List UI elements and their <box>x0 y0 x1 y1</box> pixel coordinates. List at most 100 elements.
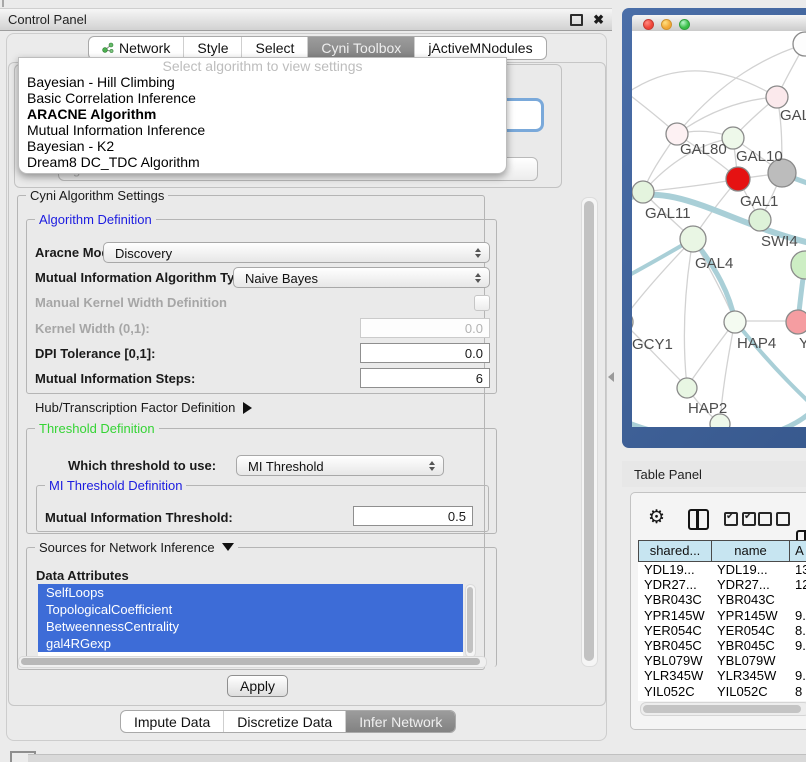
node-label: SWI4 <box>761 233 798 250</box>
tab-network[interactable]: Network <box>89 37 184 59</box>
kernel-width-field[interactable]: 0.0 <box>360 318 490 338</box>
network-node[interactable] <box>793 32 806 56</box>
table-hscrollbar[interactable] <box>640 702 806 716</box>
network-node-selected[interactable] <box>726 167 750 191</box>
expand-right-icon <box>243 402 252 414</box>
network-node[interactable] <box>786 310 806 334</box>
top-left-tick <box>2 0 4 7</box>
data-attributes-label: Data Attributes <box>36 568 129 583</box>
table-row[interactable]: YBR045CYBR045C9. <box>638 638 806 653</box>
node-label: GAL10 <box>736 148 783 165</box>
node-label: GAL <box>780 107 806 124</box>
network-node[interactable] <box>749 209 771 231</box>
node-table[interactable]: YDL19...YDL19...13 YDR27...YDR27...12 YB… <box>638 562 806 701</box>
node-label: Y <box>799 335 806 352</box>
attribute-item[interactable]: SelfLoops <box>38 584 463 601</box>
cyni-bottom-tabbar: Impute Data Discretize Data Infer Networ… <box>120 710 456 733</box>
algorithm-option[interactable]: Mutual Information Inference <box>19 122 506 138</box>
network-node[interactable] <box>766 86 788 108</box>
split-columns-icon[interactable] <box>688 509 709 530</box>
network-node[interactable] <box>791 251 806 279</box>
network-node[interactable] <box>632 311 633 333</box>
table-row[interactable]: YER054CYER054C8. <box>638 623 806 638</box>
algorithm-definition-title: Algorithm Definition <box>35 212 156 227</box>
column-header-name[interactable]: name <box>711 540 790 562</box>
algorithm-option[interactable]: Basic Correlation Inference <box>19 90 506 106</box>
node-label: HAP4 <box>737 335 776 352</box>
network-canvas[interactable] <box>632 31 806 427</box>
table-row[interactable]: YLR345WYLR345W9. <box>638 668 806 683</box>
table-row[interactable]: YDR27...YDR27...12 <box>638 577 806 592</box>
which-threshold-label: Which threshold to use: <box>68 458 216 473</box>
mi-threshold-title: MI Threshold Definition <box>45 478 186 493</box>
apply-button[interactable]: Apply <box>227 675 288 697</box>
mi-steps-label: Mutual Information Steps: <box>35 371 195 386</box>
deselect-all-columns-icon[interactable] <box>758 512 790 526</box>
table-row[interactable]: YIL052CYIL052C8 <box>638 684 806 699</box>
node-label: GAL11 <box>645 205 691 222</box>
column-header-shared-name[interactable]: shared... <box>638 540 712 562</box>
algorithm-option[interactable]: Dream8 DC_TDC Algorithm <box>19 154 506 170</box>
tab-cyni-toolbox[interactable]: Cyni Toolbox <box>308 37 415 59</box>
manual-kernel-checkbox[interactable] <box>474 295 490 311</box>
tab-select[interactable]: Select <box>242 37 308 59</box>
table-row[interactable]: YBL079WYBL079W <box>638 653 806 668</box>
network-icon <box>102 42 114 54</box>
which-threshold-combo[interactable]: MI Threshold <box>236 455 444 476</box>
attribute-item[interactable]: gal4RGexp <box>38 635 463 652</box>
table-row[interactable]: YBR043CYBR043C <box>638 592 806 607</box>
attribute-item[interactable]: BetweennessCentrality <box>38 618 463 635</box>
mi-type-label: Mutual Information Algorithm Type: <box>35 270 254 285</box>
select-all-columns-icon[interactable] <box>724 512 756 526</box>
settings-vscrollbar[interactable] <box>581 197 598 667</box>
unchecked-box-icon <box>776 512 790 526</box>
network-node[interactable] <box>724 311 746 333</box>
network-node[interactable] <box>632 181 654 203</box>
tab-jactivemnodules[interactable]: jActiveMNodules <box>415 37 545 59</box>
float-window-icon[interactable] <box>570 14 583 26</box>
hub-definition-toggle[interactable]: Hub/Transcription Factor Definition <box>35 400 252 415</box>
algorithm-option[interactable]: Bayesian - K2 <box>19 138 506 154</box>
network-graph <box>632 31 806 427</box>
window-close-icon[interactable] <box>643 19 654 30</box>
dpi-tolerance-label: DPI Tolerance [0,1]: <box>35 346 155 361</box>
unchecked-box-icon <box>758 512 772 526</box>
mi-steps-field[interactable]: 6 <box>360 368 490 388</box>
settings-hscrollbar[interactable] <box>18 656 487 668</box>
collapse-down-icon[interactable] <box>222 543 234 551</box>
network-node[interactable] <box>677 378 697 398</box>
attributes-list: SelfLoops TopologicalCoefficient Between… <box>38 584 463 656</box>
table-row[interactable]: YPR145WYPR145W9. <box>638 608 806 623</box>
network-node[interactable] <box>680 226 706 252</box>
control-panel-title: Control Panel <box>8 12 570 27</box>
kernel-width-label: Kernel Width (0,1): <box>35 321 150 336</box>
algorithm-option-selected[interactable]: ARACNE Algorithm <box>19 106 506 122</box>
gear-icon <box>648 511 665 526</box>
algorithm-option[interactable]: Bayesian - Hill Climbing <box>19 74 506 90</box>
combo-spinner-icon <box>475 273 481 283</box>
window-minimize-icon[interactable] <box>661 19 672 30</box>
aracne-mode-combo[interactable]: Discovery <box>103 242 490 263</box>
checked-box-icon <box>742 512 756 526</box>
tab-infer-network[interactable]: Infer Network <box>346 711 455 732</box>
attributes-list-scrollbar[interactable] <box>465 584 476 658</box>
column-header-cut[interactable]: A <box>789 540 806 562</box>
algorithm-popup-prompt: Select algorithm to view settings <box>19 58 506 74</box>
mi-type-combo[interactable]: Naive Bayes <box>233 267 490 288</box>
window-zoom-icon[interactable] <box>679 19 690 30</box>
attribute-item[interactable]: TopologicalCoefficient <box>38 601 463 618</box>
tab-discretize-data[interactable]: Discretize Data <box>224 711 346 732</box>
table-settings-button[interactable] <box>648 506 665 529</box>
table-row[interactable]: YDL19...YDL19...13 <box>638 562 806 577</box>
combo-spinner-icon <box>475 248 481 258</box>
dpi-tolerance-field[interactable]: 0.0 <box>360 343 490 363</box>
table-panel-title: Table Panel <box>634 467 702 482</box>
tab-impute-data[interactable]: Impute Data <box>121 711 224 732</box>
tab-style[interactable]: Style <box>184 37 242 59</box>
node-label: GAL4 <box>695 255 733 272</box>
close-panel-icon[interactable]: ✖ <box>593 15 604 25</box>
network-window-titlebar <box>632 15 806 32</box>
control-panel-titlebar: Control Panel ✖ <box>0 8 612 31</box>
panel-splitter-arrow[interactable] <box>608 372 614 382</box>
mi-threshold-field[interactable]: 0.5 <box>353 506 473 526</box>
